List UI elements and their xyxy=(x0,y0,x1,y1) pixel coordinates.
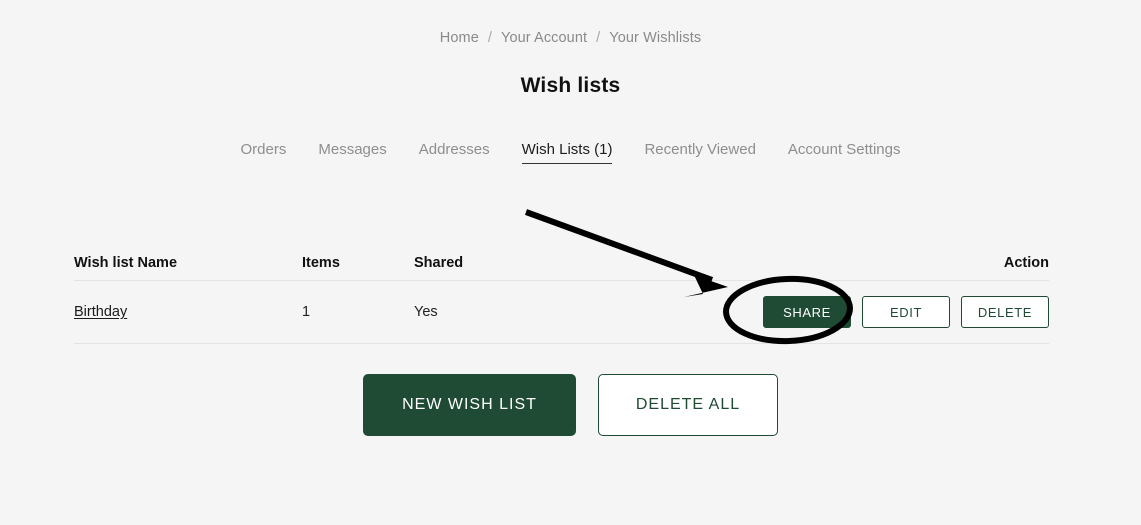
breadcrumb-item-your-account[interactable]: Your Account xyxy=(501,30,587,46)
column-header-action-label: Action xyxy=(1003,255,1049,271)
column-header-shared: Shared xyxy=(414,255,464,271)
table-row: Birthday 1 Yes SHARE EDIT DELETE xyxy=(74,281,1049,344)
tab-messages[interactable]: Messages xyxy=(318,141,386,163)
wishlist-actions-cell: SHARE EDIT DELETE xyxy=(724,296,1049,328)
column-header-items: Items xyxy=(302,255,340,271)
tab-recently-viewed[interactable]: Recently Viewed xyxy=(644,141,755,163)
tab-orders[interactable]: Orders xyxy=(241,141,287,163)
breadcrumb-item-home[interactable]: Home xyxy=(440,30,479,46)
wishlist-items-cell: 1 xyxy=(302,304,311,320)
account-tabs: Orders Messages Addresses Wish Lists (1)… xyxy=(0,141,1141,164)
column-header-action: Action xyxy=(724,255,1049,271)
edit-button[interactable]: EDIT xyxy=(862,296,950,328)
page-title: Wish lists xyxy=(520,74,621,97)
share-button[interactable]: SHARE xyxy=(763,296,851,328)
tab-wish-lists[interactable]: Wish Lists (1) xyxy=(521,141,613,164)
delete-all-button[interactable]: DELETE ALL xyxy=(598,374,778,436)
delete-button[interactable]: DELETE xyxy=(961,296,1049,328)
wishlist-link-birthday[interactable]: Birthday xyxy=(74,304,127,320)
tab-account-settings[interactable]: Account Settings xyxy=(788,141,901,163)
table-header-row: Wish list Name Items Shared Action xyxy=(74,246,1049,281)
breadcrumb-separator: / xyxy=(487,30,493,46)
breadcrumb-separator: / xyxy=(596,30,601,46)
bottom-actions: NEW WISH LIST DELETE ALL xyxy=(0,374,1141,436)
wishlists-page: Home / Your Account / Your Wishlists Wish li… xyxy=(0,0,1141,525)
breadcrumb: Home / Your Account / Your Wishlists xyxy=(0,30,1141,46)
wishlists-table: Wish list Name Items Shared Action Birth… xyxy=(74,246,1049,344)
wishlist-name-cell: Birthday xyxy=(74,304,302,320)
tab-addresses[interactable]: Addresses xyxy=(419,141,490,163)
wishlist-shared-cell: Yes xyxy=(414,304,438,320)
breadcrumb-item-your-wishlists[interactable]: Your Wishlists xyxy=(609,30,701,46)
column-header-name: Wish list Name xyxy=(74,255,178,271)
new-wish-list-button[interactable]: NEW WISH LIST xyxy=(363,374,576,436)
